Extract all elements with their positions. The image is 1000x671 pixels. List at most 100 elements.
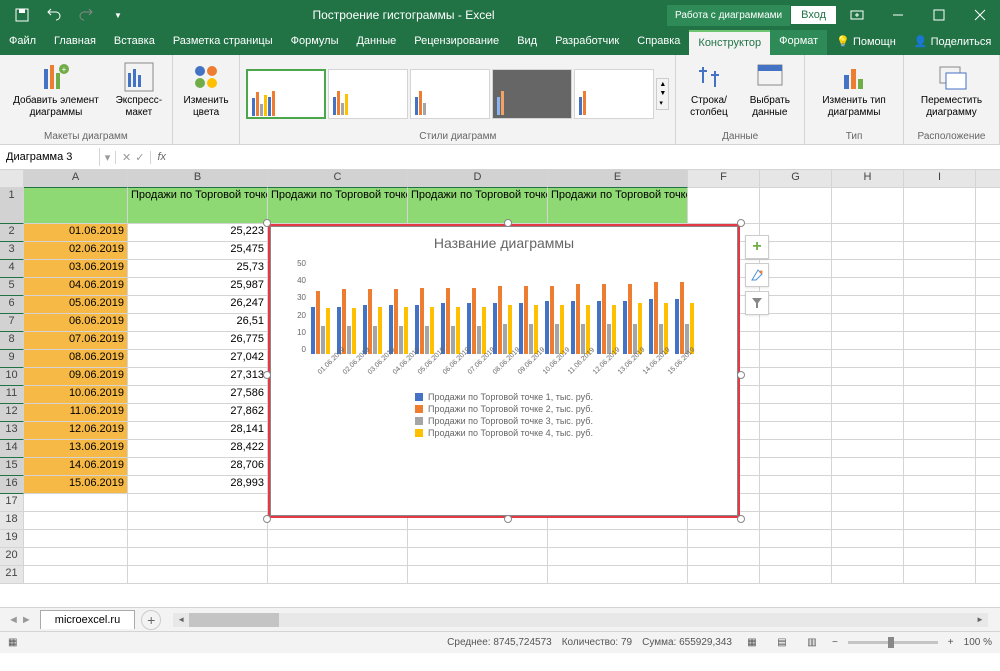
cell[interactable]: 15.06.2019 xyxy=(24,476,128,494)
row-header[interactable]: 10 xyxy=(0,368,24,386)
login-button[interactable]: Вход xyxy=(791,6,836,24)
cell[interactable] xyxy=(268,530,408,548)
cell[interactable] xyxy=(904,368,976,386)
bar-group[interactable] xyxy=(571,259,590,354)
cell[interactable]: Продажи по Торговой точке 1, тыс. руб. xyxy=(128,188,268,224)
chart-object[interactable]: Название диаграммы 50403020100 01.06.201… xyxy=(270,226,738,516)
cell[interactable]: 28,422 xyxy=(128,440,268,458)
col-header[interactable]: G xyxy=(760,170,832,188)
chart-plot-area[interactable]: 50403020100 xyxy=(311,259,717,354)
name-box[interactable]: Диаграмма 3 xyxy=(0,148,100,166)
cell[interactable]: 27,586 xyxy=(128,386,268,404)
bar-group[interactable] xyxy=(389,259,408,354)
tab-home[interactable]: Главная xyxy=(45,30,105,55)
cell[interactable] xyxy=(760,188,832,224)
cell[interactable] xyxy=(760,350,832,368)
minimize-icon[interactable] xyxy=(878,0,918,30)
horizontal-scrollbar[interactable] xyxy=(189,613,972,627)
cell[interactable] xyxy=(976,332,1000,350)
cell[interactable]: 27,862 xyxy=(128,404,268,422)
cell[interactable] xyxy=(976,386,1000,404)
cell[interactable] xyxy=(24,188,128,224)
cell[interactable] xyxy=(976,404,1000,422)
cell[interactable]: 11.06.2019 xyxy=(24,404,128,422)
cell[interactable] xyxy=(832,314,904,332)
cell[interactable] xyxy=(760,422,832,440)
row-header[interactable]: 4 xyxy=(0,260,24,278)
cell[interactable] xyxy=(904,314,976,332)
cell[interactable] xyxy=(904,422,976,440)
row-header[interactable]: 2 xyxy=(0,224,24,242)
cell[interactable] xyxy=(24,548,128,566)
tab-view[interactable]: Вид xyxy=(508,30,546,55)
style-thumb-3[interactable] xyxy=(410,69,490,119)
cell[interactable] xyxy=(904,242,976,260)
cell[interactable] xyxy=(688,188,760,224)
cell[interactable]: 07.06.2019 xyxy=(24,332,128,350)
cell[interactable] xyxy=(832,458,904,476)
cell[interactable] xyxy=(904,548,976,566)
cell[interactable] xyxy=(688,548,760,566)
cell[interactable] xyxy=(760,404,832,422)
row-header[interactable]: 21 xyxy=(0,566,24,584)
row-header[interactable]: 5 xyxy=(0,278,24,296)
chart-styles-gallery[interactable]: ▲▼▾ xyxy=(246,59,669,129)
change-chart-type-button[interactable]: Изменить тип диаграммы xyxy=(811,59,897,121)
cell[interactable]: Продажи по Торговой точке 3, тыс. руб. xyxy=(408,188,548,224)
record-macro-icon[interactable]: ▦ xyxy=(8,637,17,648)
cell[interactable] xyxy=(832,404,904,422)
cell[interactable] xyxy=(832,278,904,296)
cell[interactable] xyxy=(832,188,904,224)
cell[interactable] xyxy=(760,368,832,386)
tab-insert[interactable]: Вставка xyxy=(105,30,164,55)
cell[interactable] xyxy=(760,440,832,458)
cell[interactable] xyxy=(904,476,976,494)
style-thumb-1[interactable] xyxy=(246,69,326,119)
cell[interactable]: Продажи по Торговой точке 2, тыс. руб. xyxy=(268,188,408,224)
tab-developer[interactable]: Разработчик xyxy=(546,30,628,55)
bar-group[interactable] xyxy=(519,259,538,354)
styles-more-icon[interactable]: ▲▼▾ xyxy=(656,78,669,110)
chart-filters-button[interactable] xyxy=(745,291,769,315)
tab-format[interactable]: Формат xyxy=(770,30,827,55)
cell[interactable] xyxy=(24,530,128,548)
cell[interactable] xyxy=(760,548,832,566)
cell[interactable] xyxy=(128,566,268,584)
cell[interactable]: 02.06.2019 xyxy=(24,242,128,260)
row-header[interactable]: 1 xyxy=(0,188,24,224)
tab-formulas[interactable]: Формулы xyxy=(282,30,348,55)
cell[interactable]: 09.06.2019 xyxy=(24,368,128,386)
cell[interactable] xyxy=(832,512,904,530)
cell[interactable]: 14.06.2019 xyxy=(24,458,128,476)
undo-icon[interactable] xyxy=(42,3,66,27)
select-all-cell[interactable] xyxy=(0,170,24,188)
bar-group[interactable] xyxy=(363,259,382,354)
cell[interactable] xyxy=(408,548,548,566)
tell-me-button[interactable]: 💡 Помощн xyxy=(827,30,905,55)
cell[interactable] xyxy=(976,224,1000,242)
cell[interactable] xyxy=(760,332,832,350)
row-header[interactable]: 14 xyxy=(0,440,24,458)
bar-group[interactable] xyxy=(337,259,356,354)
cell[interactable]: 25,987 xyxy=(128,278,268,296)
cell[interactable] xyxy=(976,314,1000,332)
cell[interactable] xyxy=(976,242,1000,260)
cell[interactable] xyxy=(760,476,832,494)
zoom-slider[interactable] xyxy=(848,641,938,644)
tab-design[interactable]: Конструктор xyxy=(689,30,770,55)
row-header[interactable]: 16 xyxy=(0,476,24,494)
cell[interactable] xyxy=(976,296,1000,314)
scroll-right-icon[interactable]: ► xyxy=(972,613,988,627)
cell[interactable]: 10.06.2019 xyxy=(24,386,128,404)
cell[interactable] xyxy=(976,440,1000,458)
scroll-left-icon[interactable]: ◄ xyxy=(173,613,189,627)
cell[interactable] xyxy=(976,530,1000,548)
col-header[interactable]: H xyxy=(832,170,904,188)
cell[interactable] xyxy=(976,188,1000,224)
tab-nav-prev-icon[interactable]: ◄ xyxy=(8,614,19,626)
cell[interactable] xyxy=(832,386,904,404)
row-header[interactable]: 11 xyxy=(0,386,24,404)
cell[interactable] xyxy=(832,350,904,368)
cell[interactable]: 25,73 xyxy=(128,260,268,278)
zoom-in-icon[interactable]: + xyxy=(948,637,954,648)
